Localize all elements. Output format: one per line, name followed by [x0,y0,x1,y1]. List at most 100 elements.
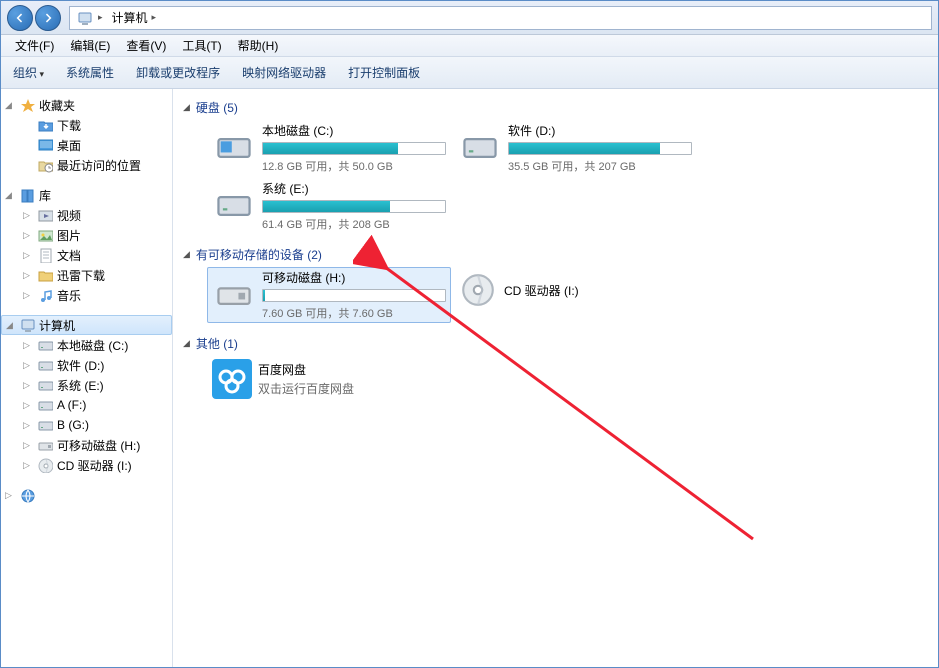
command-bar: 组织 系统属性 卸载或更改程序 映射网络驱动器 打开控制面板 [1,57,938,89]
group-header[interactable]: ◢ 其他 (1) [183,331,928,356]
tree-libraries[interactable]: ◢ 库 [1,185,172,205]
drive-tile-d[interactable]: 软件 (D:) 35.5 GB 可用，共 207 GB [453,120,697,176]
tree-videos[interactable]: ▷视频 [1,205,172,225]
map-network-drive-button[interactable]: 映射网络驱动器 [240,60,328,85]
tree-label: 音乐 [57,287,81,304]
computer-icon [76,10,92,26]
documents-icon [37,247,53,263]
menu-help[interactable]: 帮助(H) [230,35,287,56]
drive-icon [212,126,256,170]
collapse-icon: ◢ [183,102,190,113]
drive-name: 本地磁盘 (C:) [262,122,446,139]
body-split: ◢ 收藏夹 下载 桌面 最近访问的位置 [1,89,938,667]
menu-bar: 文件(F) 编辑(E) 查看(V) 工具(T) 帮助(H) [1,35,938,57]
tree-label: 本地磁盘 (C:) [57,337,128,354]
tree-pictures[interactable]: ▷ 图片 [1,225,172,245]
tree-label: 最近访问的位置 [57,157,141,174]
nav-forward-button[interactable] [35,5,61,31]
tile-baidu[interactable]: 百度网盘 双击运行百度网盘 [207,356,451,402]
drive-name: 系统 (E:) [262,180,446,197]
collapse-icon: ◢ [6,320,16,331]
cdrom-icon [458,270,498,310]
drive-tile-c[interactable]: 本地磁盘 (C:) 12.8 GB 可用，共 50.0 GB [207,120,451,176]
group-header[interactable]: ◢ 硬盘 (5) [183,95,928,120]
drive-tile-e[interactable]: 系统 (E:) 61.4 GB 可用，共 208 GB [207,178,451,234]
tree-drive-f[interactable]: ▷ A (F:) [1,395,172,415]
tree-drive-h[interactable]: ▷可移动磁盘 (H:) [1,435,172,455]
tree-favorites[interactable]: ◢ 收藏夹 [1,95,172,115]
group-title: 有可移动存储的设备 (2) [196,246,322,263]
tree-label: B (G:) [57,418,89,432]
tree-label: 迅雷下载 [57,267,105,284]
collapse-icon: ◢ [5,190,15,201]
menu-tools[interactable]: 工具(T) [174,35,229,56]
organize-button[interactable]: 组织 [11,60,46,85]
folder-icon [37,267,53,283]
expand-icon: ▷ [23,230,33,241]
address-segment-computer[interactable]: 计算机 ▸ [108,7,162,29]
tree-music[interactable]: ▷ 音乐 [1,285,172,305]
capacity-bar [262,200,446,213]
star-icon [19,97,35,113]
group-removable: ◢ 有可移动存储的设备 (2) 可移动磁盘 (H:) 7.60 GB 可用，共 … [183,242,928,323]
address-bar[interactable]: ▸ 计算机 ▸ [69,6,932,30]
drive-icon [37,357,53,373]
drive-caption: 7.60 GB 可用，共 7.60 GB [262,305,446,321]
expand-icon: ▷ [23,400,33,411]
tree-drive-c[interactable]: ▷ 本地磁盘 (C:) [1,335,172,355]
collapse-icon: ◢ [183,249,190,260]
expand-icon: ▷ [23,360,33,371]
drive-tile-h[interactable]: 可移动磁盘 (H:) 7.60 GB 可用，共 7.60 GB [207,267,451,323]
tree-label: 软件 (D:) [57,357,104,374]
group-title: 其他 (1) [196,335,238,352]
drive-icon [212,184,256,228]
tree-drive-i[interactable]: ▷ CD 驱动器 (I:) [1,455,172,475]
computer-icon [19,317,35,333]
drive-name: 可移动磁盘 (H:) [262,269,446,286]
tree-label: 桌面 [57,137,81,154]
nav-back-button[interactable] [7,5,33,31]
collapse-icon: ◢ [183,338,190,349]
tree-downloads[interactable]: 下载 [1,115,172,135]
tree-drive-d[interactable]: ▷ 软件 (D:) [1,355,172,375]
system-properties-button[interactable]: 系统属性 [64,60,116,85]
expand-icon: ▷ [23,340,33,351]
tree-label: CD 驱动器 (I:) [57,457,132,474]
group-other: ◢ 其他 (1) 百度网盘 双击运行百度网盘 [183,331,928,402]
recent-icon [37,157,53,173]
expand-icon: ▷ [23,290,33,301]
desktop-icon [37,137,53,153]
address-root-icon[interactable]: ▸ [70,7,108,29]
library-icon [19,187,35,203]
removable-icon [212,273,256,317]
tree-network[interactable]: ▷ [1,485,172,505]
tree-label: 视频 [57,207,81,224]
tree-xunlei[interactable]: ▷迅雷下载 [1,265,172,285]
address-location-label: 计算机 [112,9,148,26]
uninstall-programs-button[interactable]: 卸载或更改程序 [134,60,222,85]
drive-icon [37,397,53,413]
open-control-panel-button[interactable]: 打开控制面板 [346,60,422,85]
expand-icon: ▷ [23,420,33,431]
drive-tile-i[interactable]: CD 驱动器 (I:) [453,267,697,313]
tree-drive-e[interactable]: ▷系统 (E:) [1,375,172,395]
network-icon [19,487,35,503]
tree-recent[interactable]: 最近访问的位置 [1,155,172,175]
tree-documents[interactable]: ▷文档 [1,245,172,265]
menu-file[interactable]: 文件(F) [7,35,62,56]
drive-name: 软件 (D:) [508,122,692,139]
drive-name: CD 驱动器 (I:) [504,284,579,298]
tree-desktop[interactable]: 桌面 [1,135,172,155]
menu-view[interactable]: 查看(V) [118,35,174,56]
explorer-window: ▸ 计算机 ▸ 文件(F) 编辑(E) 查看(V) 工具(T) 帮助(H) 组织… [0,0,939,668]
chevron-right-icon: ▸ [152,12,157,23]
tree-label: 计算机 [39,317,75,334]
menu-edit[interactable]: 编辑(E) [62,35,118,56]
tree-label: A (F:) [57,398,86,412]
tree-computer[interactable]: ◢ 计算机 [1,315,172,335]
tree-label: 图片 [57,227,81,244]
removable-icon [37,437,53,453]
group-header[interactable]: ◢ 有可移动存储的设备 (2) [183,242,928,267]
tree-drive-g[interactable]: ▷ B (G:) [1,415,172,435]
expand-icon: ▷ [23,460,33,471]
